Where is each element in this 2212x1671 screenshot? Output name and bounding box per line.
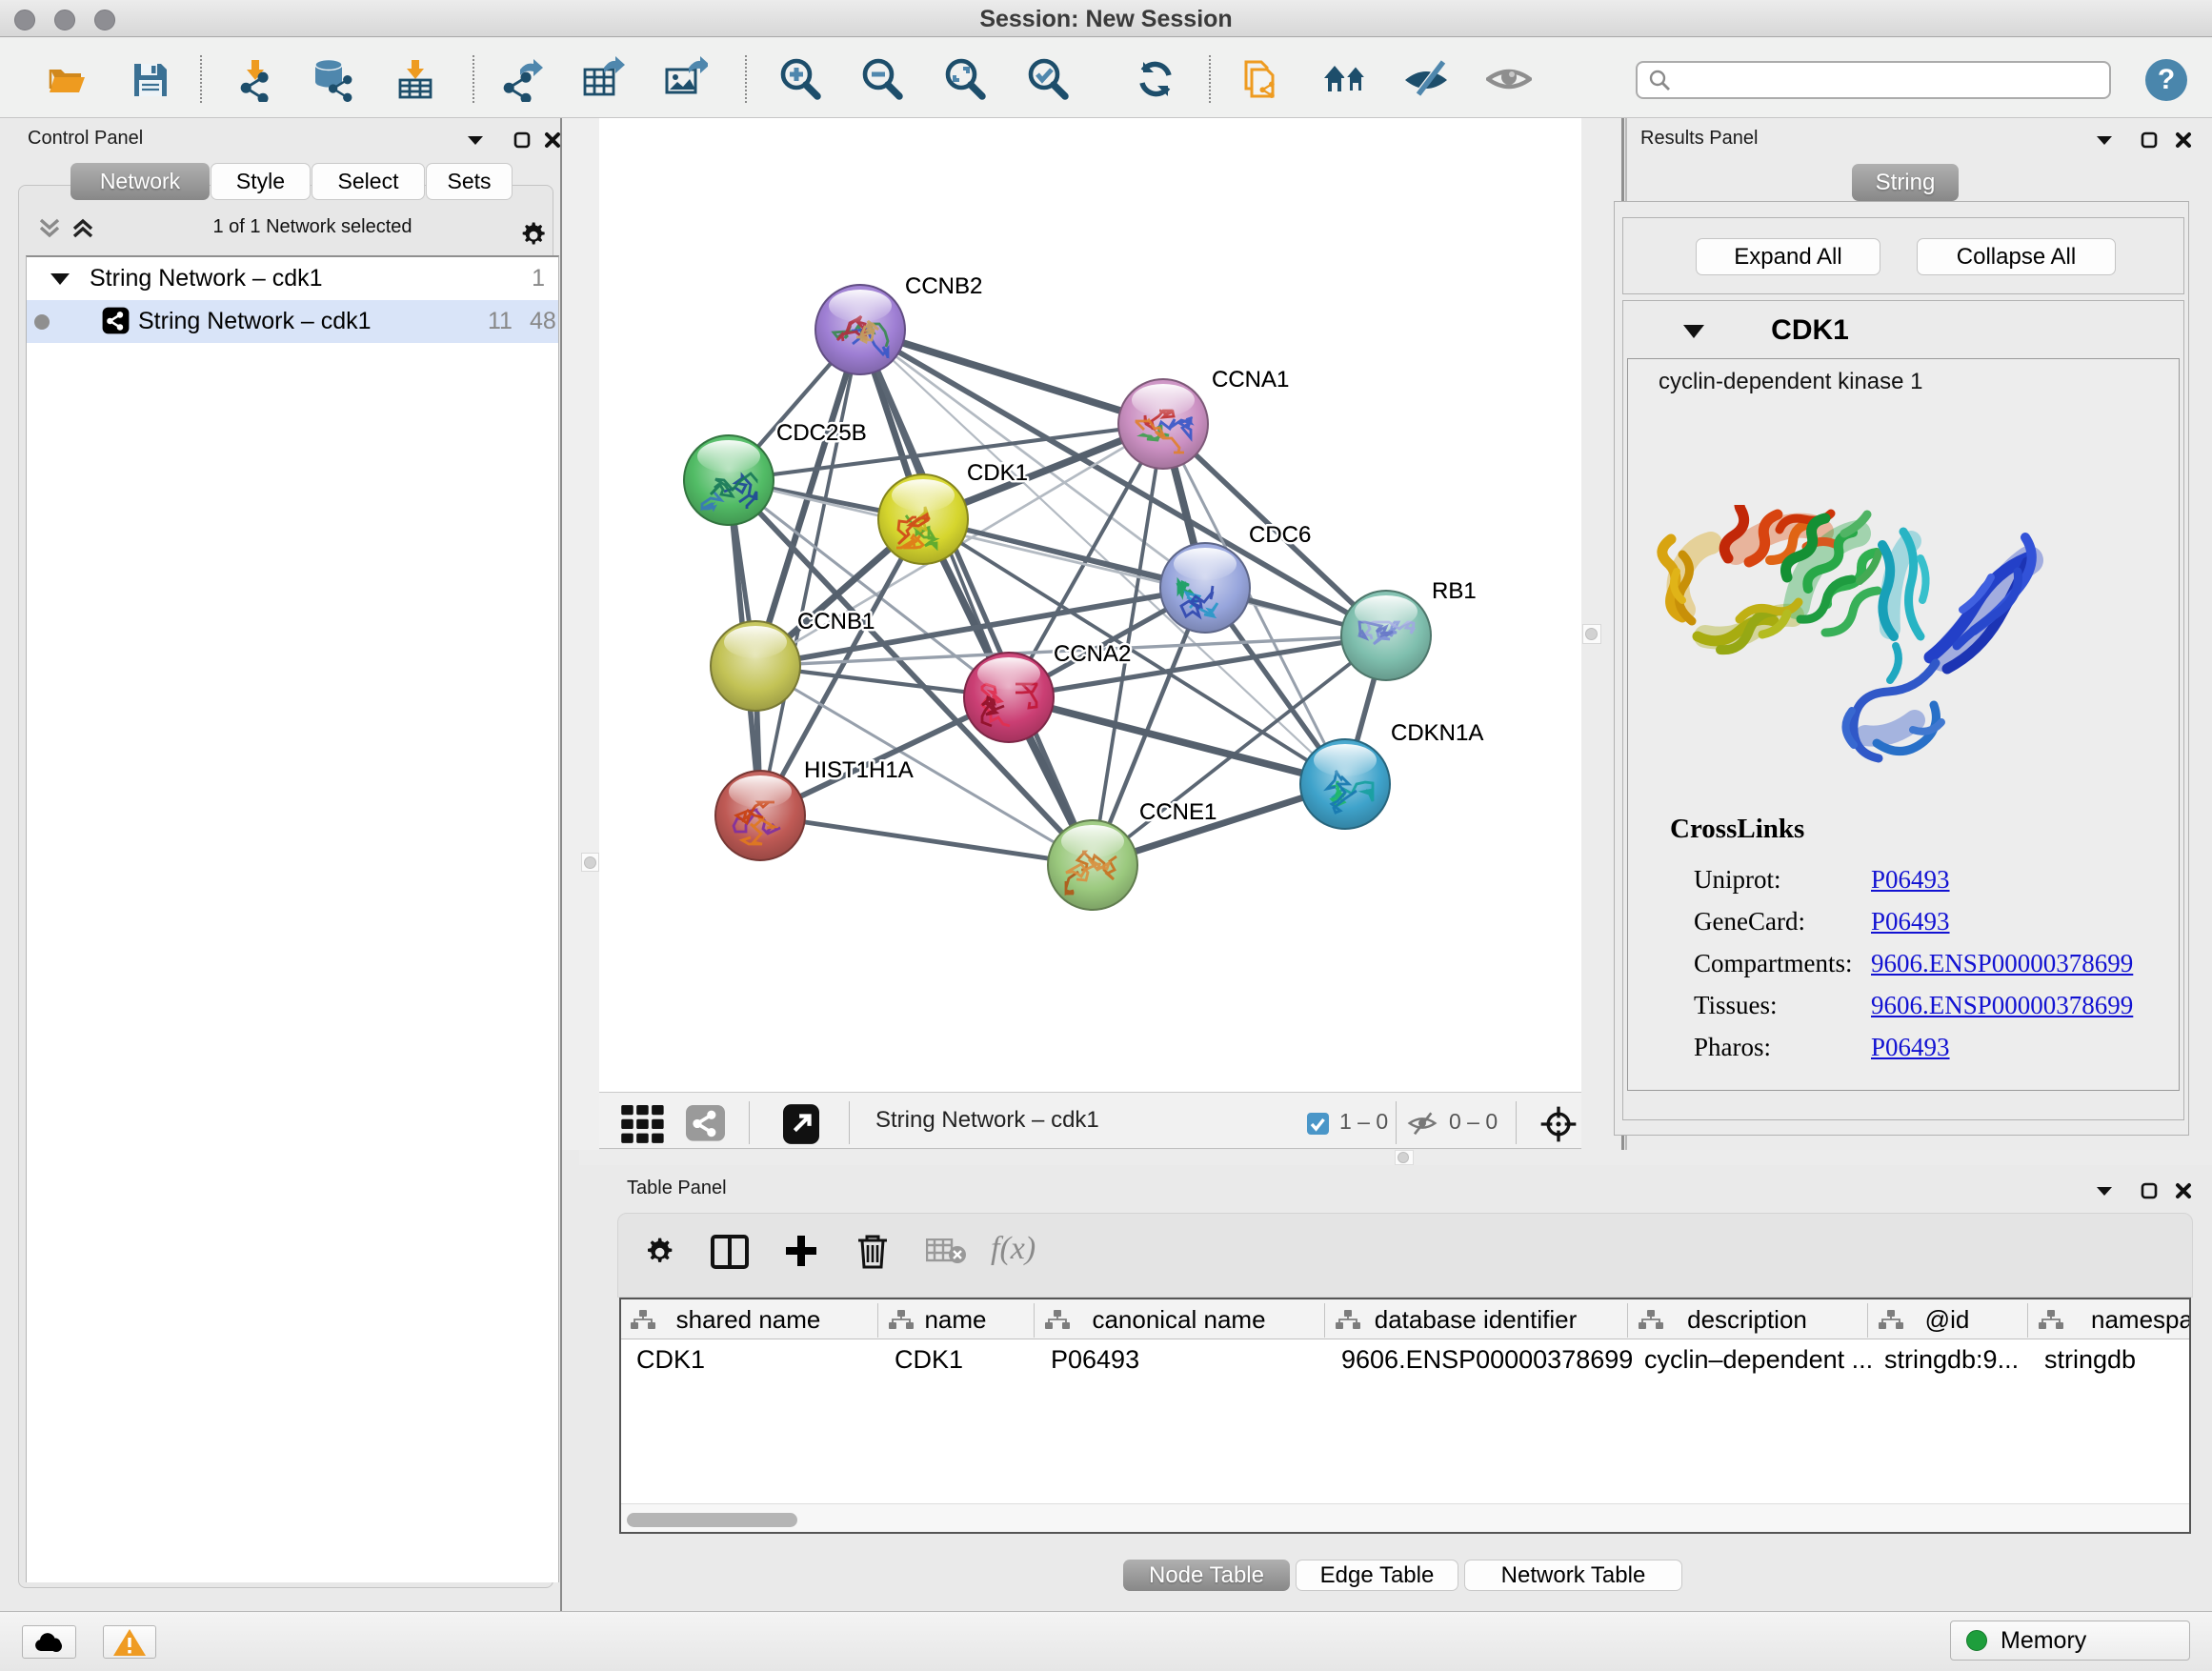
svg-text:CCNB1: CCNB1 [797,609,875,634]
svg-text:CCNB2: CCNB2 [905,273,982,299]
svg-text:CCNE1: CCNE1 [1139,799,1217,825]
svg-text:CCNA1: CCNA1 [1212,367,1289,393]
svg-text:CDC25B: CDC25B [776,420,867,446]
svg-text:RB1: RB1 [1432,578,1477,604]
svg-text:CDC6: CDC6 [1249,522,1311,548]
svg-text:CDK1: CDK1 [967,460,1028,486]
svg-text:CDKN1A: CDKN1A [1391,720,1483,746]
svg-text:CCNA2: CCNA2 [1054,641,1131,667]
svg-text:HIST1H1A: HIST1H1A [804,757,914,783]
